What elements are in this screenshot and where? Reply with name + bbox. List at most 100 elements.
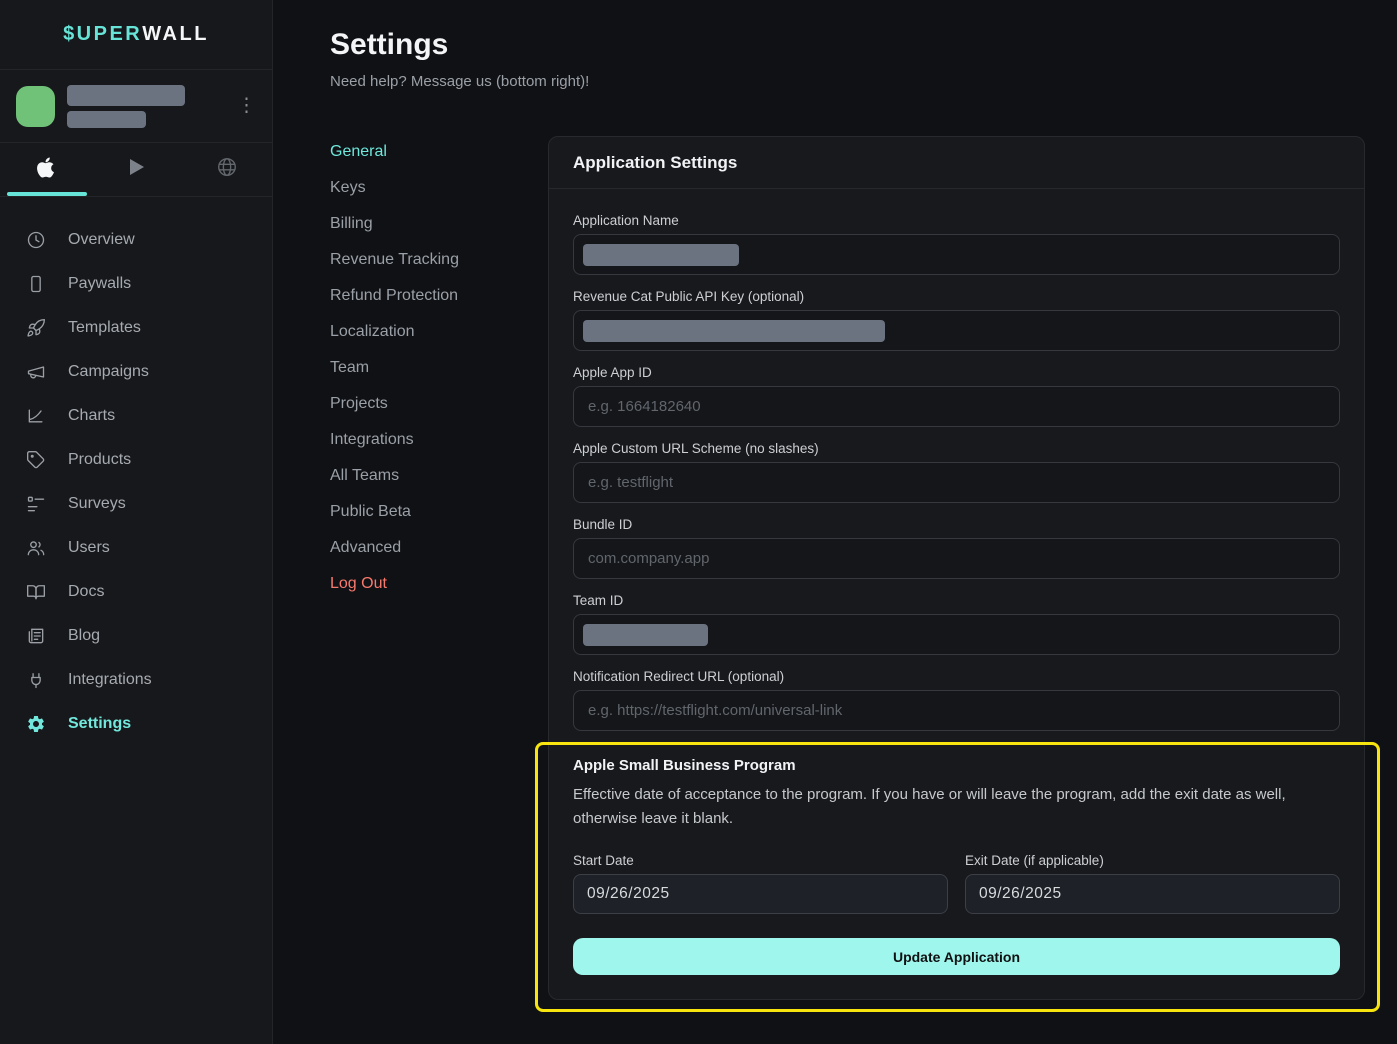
settings-menu-advanced[interactable]: Advanced [330, 530, 530, 566]
checklist-icon [26, 494, 46, 514]
start-date-input[interactable] [573, 874, 948, 914]
field-apple-app-id: Apple App ID [573, 365, 1340, 427]
team-id-input[interactable] [573, 614, 1340, 655]
field-label: Exit Date (if applicable) [965, 853, 1340, 868]
sidebar-item-label: Overview [68, 231, 135, 249]
settings-menu-billing[interactable]: Billing [330, 206, 530, 242]
update-application-button[interactable]: Update Application [573, 938, 1340, 975]
sidebar-item-users[interactable]: Users [0, 526, 272, 570]
settings-menu-all-teams[interactable]: All Teams [330, 458, 530, 494]
brand-logo-prefix: $UPER [63, 23, 142, 46]
redacted-value [583, 624, 708, 646]
application-settings-card: Application Settings Application Name Re… [548, 136, 1365, 1000]
platform-tabs [0, 143, 272, 197]
phone-icon [26, 274, 46, 294]
bundle-id-input[interactable] [573, 538, 1340, 579]
revenuecat-api-key-input[interactable] [573, 310, 1340, 351]
application-name-input[interactable] [573, 234, 1340, 275]
sidebar-item-label: Blog [68, 627, 100, 645]
tab-apple[interactable] [0, 143, 91, 196]
notification-redirect-url-input[interactable] [573, 690, 1340, 731]
apple-small-business-section: Apple Small Business Program Effective d… [573, 757, 1340, 975]
kebab-menu-icon[interactable]: ⋮ [231, 93, 262, 120]
sidebar-item-surveys[interactable]: Surveys [0, 482, 272, 526]
settings-menu-keys[interactable]: Keys [330, 170, 530, 206]
field-label: Revenue Cat Public API Key (optional) [573, 289, 1340, 304]
apple-icon [36, 156, 55, 184]
settings-menu-public-beta[interactable]: Public Beta [330, 494, 530, 530]
tag-icon [26, 450, 46, 470]
play-icon [124, 155, 148, 184]
sidebar-item-label: Paywalls [68, 275, 131, 293]
page-title: Settings [330, 28, 448, 62]
settings-menu-integrations[interactable]: Integrations [330, 422, 530, 458]
field-apple-url-scheme: Apple Custom URL Scheme (no slashes) [573, 441, 1340, 503]
tab-play[interactable] [91, 143, 182, 196]
sidebar-item-label: Surveys [68, 495, 126, 513]
field-label: Apple Custom URL Scheme (no slashes) [573, 441, 1340, 456]
sidebar-item-integrations[interactable]: Integrations [0, 658, 272, 702]
sidebar-item-label: Templates [68, 319, 141, 337]
brand-logo-suffix: WALL [142, 23, 209, 46]
settings-menu-refund-protection[interactable]: Refund Protection [330, 278, 530, 314]
date-row: Start Date Exit Date (if applicable) [573, 853, 1340, 914]
megaphone-icon [26, 362, 46, 382]
sidebar-item-label: Campaigns [68, 363, 149, 381]
field-label: Application Name [573, 213, 1340, 228]
field-revenuecat-api-key: Revenue Cat Public API Key (optional) [573, 289, 1340, 351]
field-bundle-id: Bundle ID [573, 517, 1340, 579]
sidebar-item-paywalls[interactable]: Paywalls [0, 262, 272, 306]
sidebar-item-label: Integrations [68, 671, 152, 689]
sidebar: $UPERWALL ⋮ Overview [0, 0, 273, 1044]
redacted-account-name [67, 85, 185, 106]
field-label: Apple App ID [573, 365, 1340, 380]
sidebar-item-label: Docs [68, 583, 104, 601]
sidebar-item-label: Users [68, 539, 110, 557]
sidebar-item-overview[interactable]: Overview [0, 218, 272, 262]
settings-menu-general[interactable]: General [330, 134, 530, 170]
field-label: Bundle ID [573, 517, 1340, 532]
sidebar-item-charts[interactable]: Charts [0, 394, 272, 438]
apple-app-id-input[interactable] [573, 386, 1340, 427]
globe-icon [216, 156, 238, 183]
clock-icon [26, 230, 46, 250]
field-label: Team ID [573, 593, 1340, 608]
users-icon [26, 538, 46, 558]
field-start-date: Start Date [573, 853, 948, 914]
plug-icon [26, 670, 46, 690]
sidebar-item-label: Products [68, 451, 131, 469]
settings-menu-revenue-tracking[interactable]: Revenue Tracking [330, 242, 530, 278]
small-business-description: Effective date of acceptance to the prog… [573, 783, 1340, 831]
settings-menu: General Keys Billing Revenue Tracking Re… [330, 134, 530, 602]
avatar [16, 86, 55, 127]
field-label: Notification Redirect URL (optional) [573, 669, 1340, 684]
settings-menu-projects[interactable]: Projects [330, 386, 530, 422]
settings-menu-localization[interactable]: Localization [330, 314, 530, 350]
field-label: Start Date [573, 853, 948, 868]
small-business-title: Apple Small Business Program [573, 757, 1340, 774]
tab-globe[interactable] [181, 143, 272, 196]
field-exit-date: Exit Date (if applicable) [965, 853, 1340, 914]
exit-date-input[interactable] [965, 874, 1340, 914]
account-name-redacted [67, 85, 185, 128]
sidebar-item-blog[interactable]: Blog [0, 614, 272, 658]
sidebar-item-products[interactable]: Products [0, 438, 272, 482]
account-switcher[interactable]: ⋮ [0, 70, 272, 143]
apple-url-scheme-input[interactable] [573, 462, 1340, 503]
settings-menu-team[interactable]: Team [330, 350, 530, 386]
brand-logo[interactable]: $UPERWALL [0, 0, 272, 70]
sidebar-item-docs[interactable]: Docs [0, 570, 272, 614]
sidebar-item-settings[interactable]: Settings [0, 702, 272, 746]
book-icon [26, 582, 46, 602]
sidebar-item-label: Settings [68, 715, 131, 733]
newspaper-icon [26, 626, 46, 646]
sidebar-item-label: Charts [68, 407, 115, 425]
page-subtitle: Need help? Message us (bottom right)! [330, 73, 589, 90]
settings-menu-log-out[interactable]: Log Out [330, 566, 530, 602]
sidebar-item-campaigns[interactable]: Campaigns [0, 350, 272, 394]
rocket-icon [26, 318, 46, 338]
card-title: Application Settings [549, 137, 1364, 189]
redacted-account-sub [67, 111, 146, 128]
sidebar-item-templates[interactable]: Templates [0, 306, 272, 350]
redacted-value [583, 320, 885, 342]
